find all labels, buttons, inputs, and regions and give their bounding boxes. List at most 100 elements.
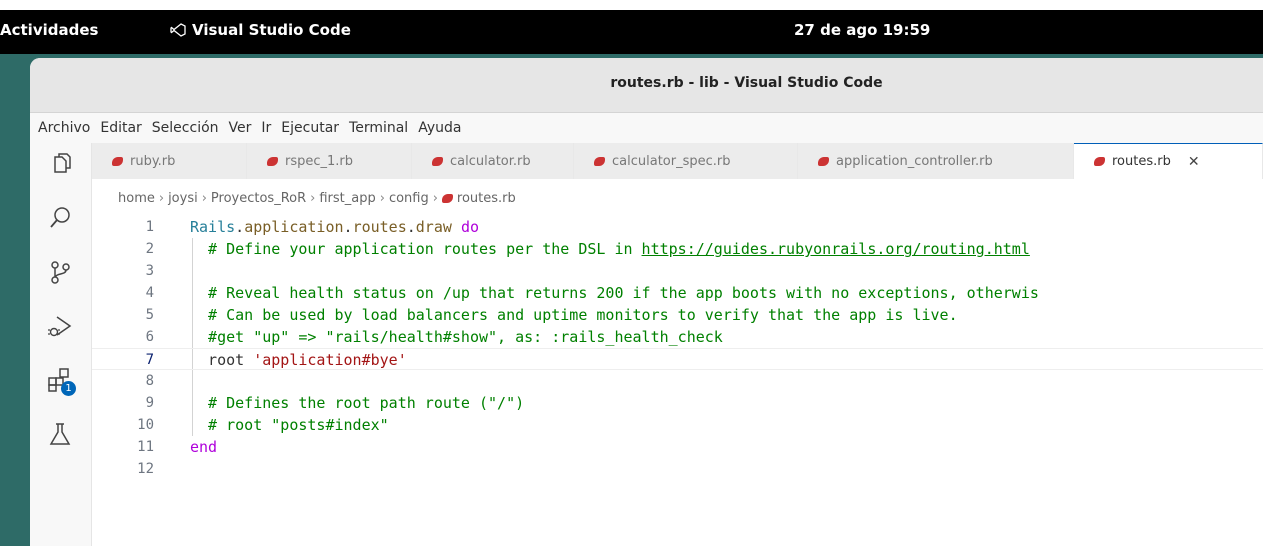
- tab-ruby[interactable]: ruby.rb: [92, 143, 247, 179]
- code-token: .: [235, 218, 245, 236]
- menu-ver[interactable]: Ver: [224, 120, 257, 136]
- code-token: 'application#bye': [253, 351, 407, 369]
- breadcrumb-item[interactable]: home: [118, 191, 155, 206]
- tab-application-controller[interactable]: application_controller.rb: [798, 143, 1074, 179]
- gnome-top-bar: Actividades Visual Studio Code 27 de ago…: [0, 10, 1263, 54]
- line-number: 9: [145, 395, 154, 411]
- code-text: # Reveal health status on /up that retur…: [190, 282, 1039, 304]
- code-text: # Defines the root path route ("/"): [190, 392, 524, 414]
- ruby-file-icon: [112, 156, 123, 166]
- chevron-right-icon: ›: [201, 191, 207, 206]
- clock[interactable]: 27 de ago 19:59: [794, 21, 930, 39]
- code-line[interactable]: 2 # Define your application routes per t…: [92, 238, 1263, 260]
- code-text: # root "posts#index": [190, 414, 389, 436]
- breadcrumb: home › joysi › Proyectos_RoR › first_app…: [118, 191, 516, 206]
- line-number: 11: [137, 439, 154, 455]
- code-token: draw: [415, 218, 452, 236]
- menu-ir[interactable]: Ir: [256, 120, 276, 136]
- breadcrumb-item[interactable]: Proyectos_RoR: [211, 191, 306, 206]
- breadcrumb-item[interactable]: first_app: [319, 191, 375, 206]
- line-number: 3: [145, 263, 154, 279]
- tab-label: calculator_spec.rb: [612, 153, 731, 169]
- search-icon[interactable]: [45, 203, 75, 233]
- code-line[interactable]: 4 # Reveal health status on /up that ret…: [92, 282, 1263, 304]
- breadcrumb-item[interactable]: routes.rb: [457, 191, 516, 206]
- ruby-file-icon: [818, 156, 829, 166]
- line-number: 1: [145, 219, 154, 235]
- code-editor[interactable]: 1 Rails.application.routes.draw do 2 # Def…: [92, 216, 1263, 546]
- title-bar[interactable]: routes.rb - lib - Visual Studio Code: [30, 58, 1263, 113]
- testing-icon[interactable]: [45, 419, 75, 449]
- ruby-file-icon: [594, 156, 605, 166]
- menu-terminal[interactable]: Terminal: [344, 120, 413, 136]
- tab-label: application_controller.rb: [836, 153, 993, 169]
- menu-archivo[interactable]: Archivo: [30, 120, 95, 136]
- app-name: Visual Studio Code: [192, 21, 351, 39]
- line-number: 4: [145, 285, 154, 301]
- menu-seleccion[interactable]: Selección: [147, 120, 224, 136]
- code-token: # Can be used by load balancers and upti…: [190, 306, 958, 324]
- run-debug-icon[interactable]: [45, 311, 75, 341]
- line-number: 6: [145, 329, 154, 345]
- code-token: root: [190, 351, 254, 369]
- chevron-right-icon: ›: [379, 191, 385, 206]
- code-token: Rails: [190, 218, 236, 236]
- code-text: root 'application#bye': [190, 349, 407, 371]
- activity-bar: 1: [30, 143, 92, 546]
- tab-label: rspec_1.rb: [285, 153, 354, 169]
- ruby-file-icon: [441, 194, 453, 203]
- code-line[interactable]: 5 # Can be used by load balancers and up…: [92, 304, 1263, 326]
- vscode-window: routes.rb - lib - Visual Studio Code Arc…: [30, 58, 1263, 546]
- editor-tab-bar: ruby.rb rspec_1.rb calculator.rb calcula…: [92, 143, 1263, 179]
- code-token: routes: [352, 218, 407, 236]
- explorer-icon[interactable]: [45, 149, 75, 179]
- breadcrumb-item[interactable]: joysi: [168, 191, 198, 206]
- activities-button[interactable]: Actividades: [0, 21, 98, 39]
- ruby-file-icon: [432, 156, 443, 166]
- code-token: .: [343, 218, 353, 236]
- extensions-icon[interactable]: 1: [45, 365, 76, 396]
- menu-editar[interactable]: Editar: [95, 120, 146, 136]
- code-token: end: [190, 438, 218, 456]
- code-text: #get "up" => "rails/health#show", as: :r…: [190, 326, 723, 348]
- line-number: 5: [145, 307, 154, 323]
- code-token: # Reveal health status on /up that retur…: [190, 284, 1039, 302]
- chevron-right-icon: ›: [310, 191, 316, 206]
- menu-ejecutar[interactable]: Ejecutar: [276, 120, 344, 136]
- code-line[interactable]: 6 #get "up" => "rails/health#show", as: …: [92, 326, 1263, 348]
- close-tab-icon[interactable]: ✕: [1188, 154, 1200, 170]
- code-line[interactable]: 7 root 'application#bye': [92, 348, 1263, 370]
- code-token: # root "posts#index": [190, 416, 389, 434]
- app-menu[interactable]: Visual Studio Code: [170, 21, 351, 39]
- tab-calculator-spec[interactable]: calculator_spec.rb: [574, 143, 798, 179]
- chevron-right-icon: ›: [158, 191, 165, 206]
- code-line[interactable]: 1 Rails.application.routes.draw do: [92, 216, 1263, 238]
- line-number: 7: [145, 352, 154, 368]
- code-line[interactable]: 10 # root "posts#index": [92, 414, 1263, 436]
- code-token: # Defines the root path route ("/"): [190, 394, 525, 412]
- window-title: routes.rb - lib - Visual Studio Code: [610, 75, 883, 91]
- code-line[interactable]: 9 # Defines the root path route ("/"): [92, 392, 1263, 414]
- code-line[interactable]: 3: [92, 260, 1263, 282]
- code-text: # Can be used by load balancers and upti…: [190, 304, 958, 326]
- menu-ayuda[interactable]: Ayuda: [413, 120, 466, 136]
- tab-calculator[interactable]: calculator.rb: [412, 143, 574, 179]
- chevron-right-icon: ›: [432, 191, 438, 206]
- code-token: #get "up" => "rails/health#show", as: :r…: [190, 328, 723, 346]
- breadcrumb-item[interactable]: config: [389, 191, 429, 206]
- source-control-icon[interactable]: [45, 257, 75, 287]
- line-number: 2: [145, 241, 154, 257]
- tab-rspec-1[interactable]: rspec_1.rb: [247, 143, 412, 179]
- line-number: 12: [137, 461, 154, 477]
- tab-routes[interactable]: routes.rb ✕: [1074, 143, 1263, 179]
- ruby-file-icon: [267, 156, 278, 166]
- tab-label: routes.rb: [1112, 154, 1171, 169]
- code-line[interactable]: 8: [92, 370, 1263, 392]
- code-token[interactable]: https://guides.rubyonrails.org/routing.h…: [642, 240, 1030, 258]
- line-number: 10: [137, 417, 154, 433]
- code-token: # Define your application routes per the…: [190, 240, 642, 258]
- code-token: .: [406, 218, 416, 236]
- code-line[interactable]: 11 end: [92, 436, 1263, 458]
- code-line[interactable]: 12: [92, 458, 1263, 480]
